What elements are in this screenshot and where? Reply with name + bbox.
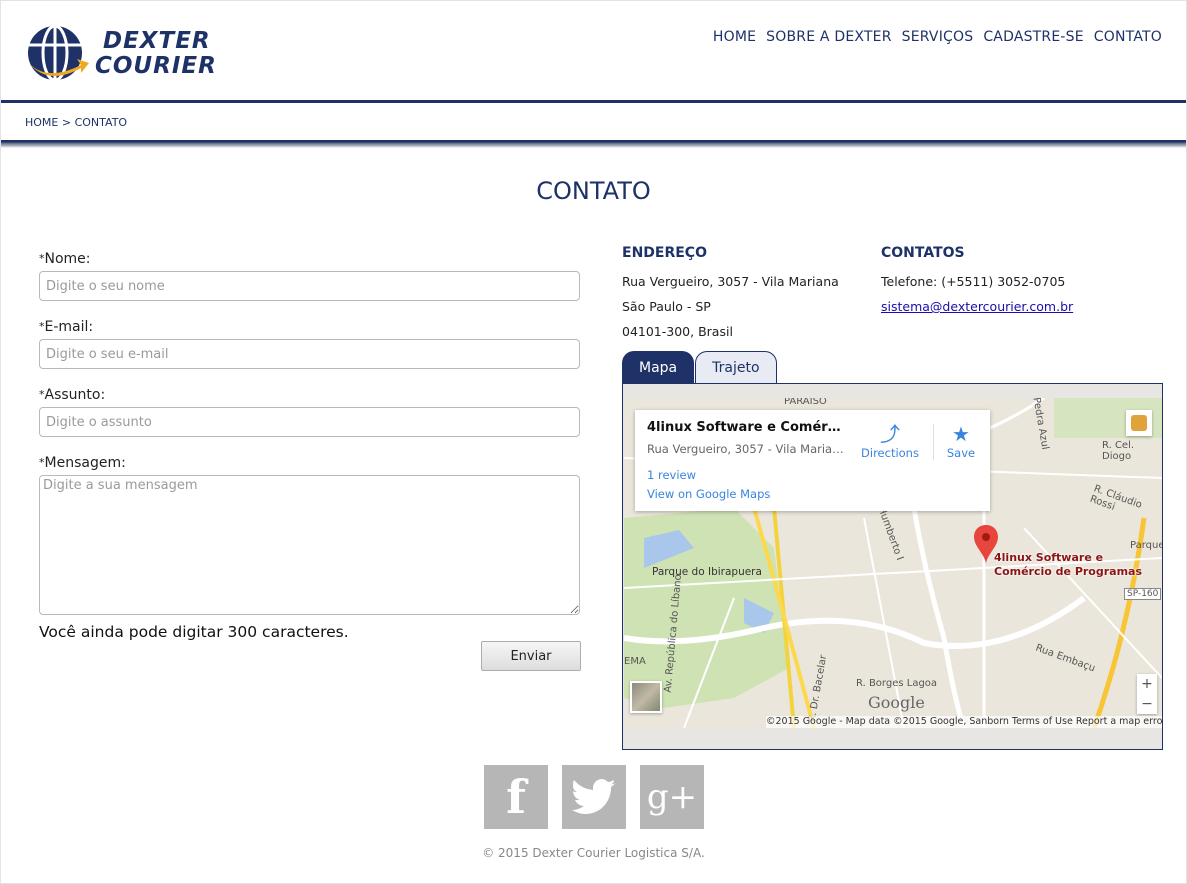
address-section: ENDEREÇO Rua Vergueiro, 3057 - Vila Mari… bbox=[622, 245, 839, 344]
subject-label: *Assunto: bbox=[39, 387, 581, 403]
place-title: 4linux Software e Comércio d... bbox=[647, 420, 847, 435]
map-tabs: Mapa Trajeto bbox=[622, 351, 778, 384]
globe-arrow-icon bbox=[27, 24, 89, 82]
map-label-borges: R. Borges Lagoa bbox=[856, 678, 938, 689]
breadcrumb: HOME > CONTATO bbox=[25, 116, 127, 129]
header-divider bbox=[1, 140, 1186, 148]
message-textarea[interactable] bbox=[39, 475, 580, 615]
zoom-out-button[interactable]: − bbox=[1137, 694, 1157, 714]
dexter-courier-logo[interactable]: DEXTER COURIER bbox=[25, 24, 277, 85]
name-label: *Nome: bbox=[39, 251, 581, 267]
breadcrumb-separator: > bbox=[58, 116, 75, 129]
save-button[interactable]: ★ Save bbox=[930, 422, 992, 460]
contacts-section: CONTATOS Telefone: (+5511) 3052-0705 sis… bbox=[881, 245, 1073, 319]
submit-button[interactable]: Enviar bbox=[481, 641, 581, 671]
pin-label-line-2: Comércio de Programas bbox=[994, 565, 1143, 578]
map-frame: PARAÍSO Parque do Ibirapuera R. Borges L… bbox=[622, 383, 1163, 750]
character-counter: Você ainda pode digitar 300 caracteres. bbox=[39, 623, 349, 641]
name-input[interactable] bbox=[39, 271, 580, 301]
logo-wordmark: DEXTER COURIER bbox=[95, 29, 217, 79]
map-label-parque: Parque bbox=[1130, 540, 1162, 551]
google-plus-icon[interactable]: g+ bbox=[640, 765, 704, 829]
subject-input[interactable] bbox=[39, 407, 580, 437]
satellite-toggle[interactable] bbox=[630, 681, 662, 713]
facebook-icon[interactable]: f bbox=[484, 765, 548, 829]
directions-icon: ⤴ bbox=[880, 422, 900, 446]
twitter-bird-icon bbox=[572, 779, 616, 814]
street-view-pegman-icon[interactable] bbox=[1126, 410, 1152, 436]
breadcrumb-bar: HOME > CONTATO bbox=[1, 105, 1186, 141]
address-title: ENDEREÇO bbox=[622, 245, 707, 261]
address-line-2: São Paulo - SP bbox=[622, 299, 711, 314]
phone-text: Telefone: (+5511) 3052-0705 bbox=[881, 274, 1066, 289]
address-line-3: 04101-300, Brasil bbox=[622, 324, 733, 339]
map-label-park: Parque do Ibirapuera bbox=[652, 566, 762, 578]
site-header: DEXTER COURIER HOME SOBRE A DEXTER SERVI… bbox=[1, 1, 1186, 103]
zoom-control: + − bbox=[1137, 674, 1157, 714]
page-title: CONTATO bbox=[536, 177, 651, 205]
footer-copyright: © 2015 Dexter Courier Logistica S/A. bbox=[482, 846, 705, 860]
contacts-title: CONTATOS bbox=[881, 245, 965, 261]
tab-map[interactable]: Mapa bbox=[622, 351, 695, 384]
email-link[interactable]: sistema@dextercourier.com.br bbox=[881, 299, 1073, 314]
highway-shield: SP-160 bbox=[1124, 588, 1162, 600]
star-icon: ★ bbox=[952, 422, 970, 446]
map-attribution: ©2015 Google - Map data ©2015 Google, Sa… bbox=[766, 716, 1162, 728]
breadcrumb-current: CONTATO bbox=[74, 116, 128, 129]
twitter-icon[interactable] bbox=[562, 765, 626, 829]
subject-label-text: Assunto: bbox=[44, 387, 106, 403]
breadcrumb-home[interactable]: HOME bbox=[25, 116, 58, 129]
name-label-text: Nome: bbox=[44, 251, 91, 267]
directions-label: Directions bbox=[861, 446, 919, 460]
pin-label-line-1: 4linux Software e bbox=[994, 551, 1104, 564]
map-label-diogo: R. Cel. Diogo bbox=[1102, 440, 1135, 462]
message-label: *Mensagem: bbox=[39, 455, 581, 471]
google-logo: Google bbox=[868, 693, 925, 712]
place-info-card: 4linux Software e Comércio d... Rua Verg… bbox=[635, 410, 990, 511]
map-label-paraiso: PARAÍSO bbox=[784, 398, 827, 407]
tab-route[interactable]: Trajeto bbox=[695, 351, 777, 384]
address-line-1: Rua Vergueiro, 3057 - Vila Mariana bbox=[622, 274, 839, 289]
directions-button[interactable]: ⤴ Directions bbox=[859, 422, 921, 460]
nav-home[interactable]: HOME bbox=[713, 29, 756, 45]
contact-form: *Nome: *E-mail: *Assunto: *Mensagem: Voc… bbox=[39, 251, 581, 671]
map-label-ema: EMA bbox=[624, 656, 646, 667]
message-label-text: Mensagem: bbox=[44, 455, 126, 471]
nav-services[interactable]: SERVIÇOS bbox=[902, 29, 974, 45]
social-links: f g+ bbox=[484, 765, 704, 829]
view-on-google-maps-link[interactable]: View on Google Maps bbox=[647, 487, 770, 501]
place-address: Rua Vergueiro, 3057 - Vila Mariana,... bbox=[647, 442, 847, 456]
save-label: Save bbox=[946, 446, 976, 460]
reviews-link[interactable]: 1 review bbox=[647, 468, 696, 482]
nav-signup[interactable]: CADASTRE-SE bbox=[983, 29, 1083, 45]
google-map[interactable]: PARAÍSO Parque do Ibirapuera R. Borges L… bbox=[624, 398, 1162, 728]
logo-line-2: COURIER bbox=[95, 53, 217, 79]
main-nav: HOME SOBRE A DEXTER SERVIÇOS CADASTRE-SE… bbox=[713, 29, 1162, 45]
email-input[interactable] bbox=[39, 339, 580, 369]
email-label: *E-mail: bbox=[39, 319, 581, 335]
logo-line-1: DEXTER bbox=[103, 28, 211, 54]
email-label-text: E-mail: bbox=[44, 319, 94, 335]
nav-about[interactable]: SOBRE A DEXTER bbox=[766, 29, 891, 45]
nav-contact[interactable]: CONTATO bbox=[1094, 29, 1162, 45]
pin-label: 4linux Software e Comércio de Programas bbox=[994, 551, 1142, 579]
zoom-in-button[interactable]: + bbox=[1137, 674, 1157, 694]
